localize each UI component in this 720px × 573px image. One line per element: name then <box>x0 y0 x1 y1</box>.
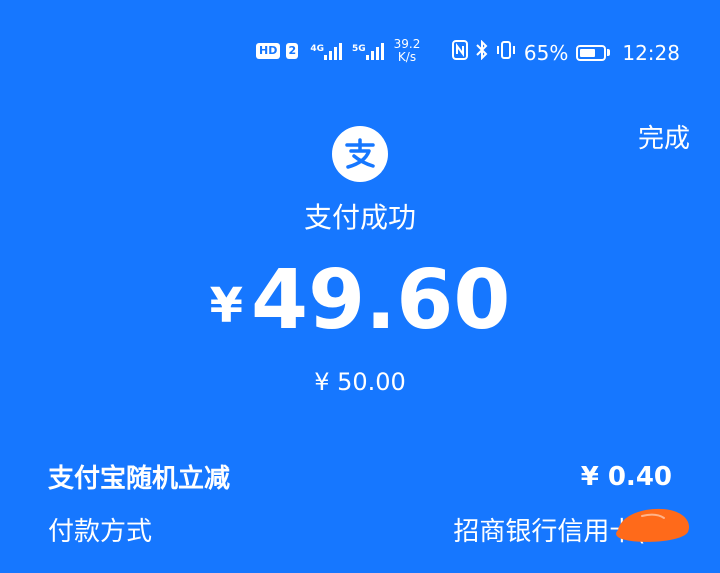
amount-value: 49.60 <box>251 253 511 348</box>
bluetooth-icon <box>476 39 488 65</box>
redaction-scribble <box>616 508 690 542</box>
discount-value: ¥ 0.40 <box>580 461 672 492</box>
payment-method-row[interactable]: 付款方式 招商银行信用卡(3 <box>48 511 672 548</box>
discount-row: 支付宝随机立减 ¥ 0.40 <box>48 458 672 495</box>
status-left-icons: HD 2 4G 5G 39.2 K/s <box>256 38 420 64</box>
signal-4g-icon: 4G <box>310 42 342 60</box>
status-bar: HD 2 4G 5G 39.2 K/s 65% 12:28 <box>0 0 720 100</box>
vibrate-icon <box>496 40 516 65</box>
payment-method-label: 付款方式 <box>48 517 153 547</box>
sim-badge: 2 <box>286 43 299 59</box>
currency-symbol: ¥ <box>209 278 244 335</box>
payment-status-title: 支付成功 <box>303 201 416 234</box>
hd-icon: HD <box>256 43 281 59</box>
nfc-icon <box>451 40 468 65</box>
discount-label: 支付宝随机立减 <box>48 464 231 494</box>
clock: 12:28 <box>622 40 680 65</box>
payment-amount: ¥49.60 <box>0 256 720 351</box>
signal-5g-icon: 5G <box>352 42 384 60</box>
status-right-icons: 65% 12:28 <box>451 39 680 65</box>
done-button[interactable]: 完成 <box>638 118 690 155</box>
original-amount: ¥ 50.00 <box>314 368 406 396</box>
battery-percent: 65% <box>523 40 569 65</box>
alipay-logo-icon <box>332 126 388 182</box>
network-speed: 39.2 K/s <box>393 37 421 64</box>
battery-icon <box>576 44 611 61</box>
